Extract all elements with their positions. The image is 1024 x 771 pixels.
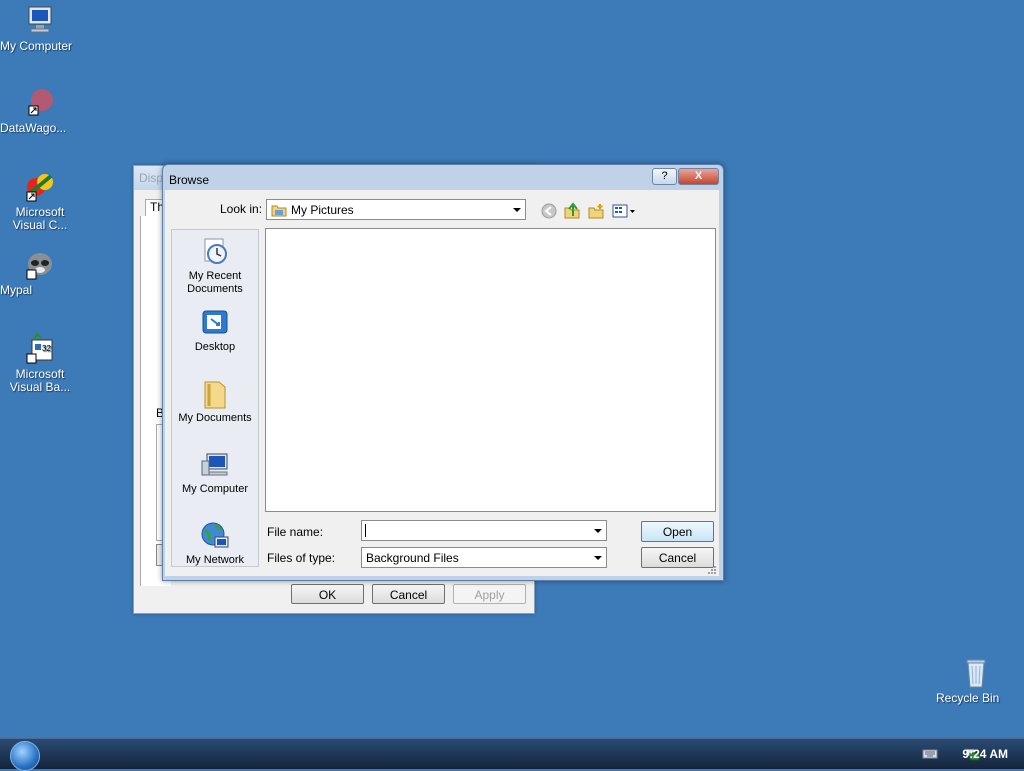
- desktop-icon: [199, 307, 231, 339]
- file-name-input[interactable]: [361, 520, 607, 541]
- desktop-icon-my-computer[interactable]: My Computer: [0, 4, 80, 53]
- browse-dialog: Browse ? X Look in: My Pictures My Recen…: [162, 164, 724, 581]
- visual-c-shortcut-icon: [23, 170, 57, 204]
- browse-dialog-body: Look in: My Pictures My Recent Documents…: [165, 190, 719, 576]
- folder-icon: [271, 203, 287, 220]
- display-properties-title: Disp: [139, 171, 164, 185]
- back-icon[interactable]: [540, 202, 558, 220]
- files-of-type-dropdown[interactable]: Background Files: [361, 547, 607, 568]
- place-desktop[interactable]: Desktop: [172, 307, 258, 354]
- visual-basic-shortcut-icon: 32: [23, 332, 57, 366]
- desktop-icon-visual-c[interactable]: Microsoft Visual C...: [0, 170, 80, 232]
- resize-grip[interactable]: [707, 564, 717, 574]
- place-my-documents[interactable]: My Documents: [172, 378, 258, 425]
- place-my-computer[interactable]: My Computer: [172, 449, 258, 496]
- file-name-label: File name:: [267, 525, 324, 539]
- desktop-icon-recycle-bin[interactable]: Recycle Bin: [936, 656, 1016, 705]
- datawago-shortcut-icon: [23, 86, 57, 120]
- place-my-recent-documents[interactable]: My Recent Documents: [172, 236, 258, 296]
- desktop-icon-visual-basic[interactable]: 32 Microsoft Visual Ba...: [0, 332, 80, 394]
- cancel-button[interactable]: Cancel: [372, 584, 445, 604]
- desktop-icon-mypal[interactable]: Mypal: [0, 248, 80, 297]
- file-list[interactable]: [265, 228, 716, 512]
- keyboard-icon[interactable]: [922, 748, 938, 763]
- my-computer-icon: [23, 4, 57, 38]
- look-in-label: Look in:: [220, 202, 263, 216]
- files-of-type-value: Background Files: [366, 551, 459, 565]
- my-documents-folder-icon: [199, 378, 231, 410]
- text-cursor: [365, 524, 366, 537]
- new-folder-icon[interactable]: [587, 202, 605, 220]
- taskbar: 9:24 AM: [0, 738, 1024, 771]
- browse-dialog-title: Browse: [169, 173, 210, 187]
- look-in-dropdown[interactable]: My Pictures: [266, 199, 526, 220]
- chevron-down-icon: [513, 208, 521, 212]
- my-computer-icon: [199, 449, 231, 481]
- start-button[interactable]: [10, 741, 40, 771]
- places-bar: My Recent Documents Desktop My Documents…: [171, 229, 259, 567]
- my-network-icon: [199, 520, 231, 552]
- close-button[interactable]: X: [678, 168, 719, 185]
- desktop-icon-datawago[interactable]: DataWago...: [0, 86, 80, 135]
- chevron-down-icon: [594, 529, 602, 533]
- help-button[interactable]: ?: [652, 168, 677, 185]
- mypal-shortcut-icon: [23, 248, 57, 282]
- clock[interactable]: 9:24 AM: [962, 747, 1008, 761]
- recent-documents-icon: [199, 236, 231, 268]
- ok-button[interactable]: OK: [291, 584, 364, 604]
- chevron-down-icon: [594, 556, 602, 560]
- recycle-bin-icon: [959, 656, 993, 690]
- svg-text:32: 32: [42, 344, 51, 353]
- browse-cancel-button[interactable]: Cancel: [641, 547, 714, 568]
- place-my-network[interactable]: My Network: [172, 520, 258, 567]
- up-folder-icon[interactable]: [563, 202, 581, 220]
- system-tray: 9:24 AM: [874, 739, 1024, 769]
- apply-button[interactable]: Apply: [453, 584, 526, 604]
- open-button[interactable]: Open: [641, 521, 714, 542]
- files-of-type-label: Files of type:: [267, 551, 336, 565]
- view-menu-icon[interactable]: [611, 202, 637, 220]
- look-in-value: My Pictures: [291, 203, 354, 217]
